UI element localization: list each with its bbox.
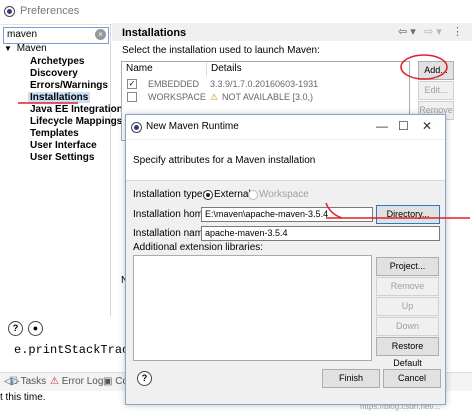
home-field-bracket	[325, 202, 343, 219]
red-annotations	[18, 54, 470, 219]
add-button-highlight-ellipse	[400, 54, 448, 80]
